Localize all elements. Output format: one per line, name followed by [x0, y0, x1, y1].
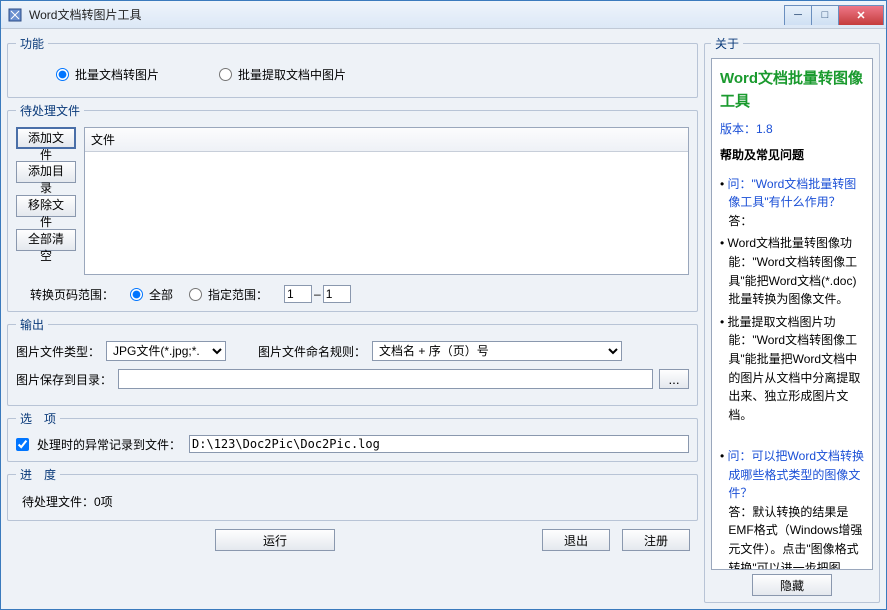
radio-range-all[interactable]: 全部 — [130, 286, 173, 303]
naming-select[interactable]: 文档名 + 序（页）号 — [372, 341, 622, 361]
file-list-header[interactable]: 文件 — [85, 128, 688, 152]
output-group: 输出 图片文件类型： JPG文件(*.jpg;*. 图片文件命名规则： 文档名 … — [7, 316, 698, 406]
progress-text: 待处理文件：0项 — [16, 491, 689, 512]
file-type-select[interactable]: JPG文件(*.jpg;*. — [106, 341, 226, 361]
close-button[interactable]: ✕ — [838, 5, 884, 25]
about-help-heading: 帮助及常见问题 — [720, 146, 864, 165]
app-icon — [7, 7, 23, 23]
radio-extract-images-input[interactable] — [219, 68, 232, 81]
save-dir-label: 图片保存到目录： — [16, 371, 112, 388]
log-path-input[interactable] — [189, 435, 689, 453]
progress-legend: 进 度 — [16, 466, 60, 483]
file-type-label: 图片文件类型： — [16, 343, 100, 360]
options-legend: 选 项 — [16, 410, 60, 427]
about-content[interactable]: Word文档批量转图像工具 版本：1.8 帮助及常见问题 问："Word文档批量… — [711, 58, 873, 570]
output-legend: 输出 — [16, 316, 48, 333]
hide-button[interactable]: 隐藏 — [752, 574, 832, 596]
titlebar[interactable]: Word文档转图片工具 ─ □ ✕ — [1, 1, 886, 29]
about-legend: 关于 — [711, 35, 743, 52]
exit-button[interactable]: 退出 — [542, 529, 610, 551]
naming-label: 图片文件命名规则： — [258, 343, 366, 360]
range-from-input[interactable] — [284, 285, 312, 303]
window-controls: ─ □ ✕ — [785, 5, 884, 25]
add-dir-button[interactable]: 添加目录 — [16, 161, 76, 183]
radio-range-custom[interactable]: 指定范围： — [189, 286, 268, 303]
about-a1-item2: 批量提取文档图片功能："Word文档转图像工具"能批量把Word文档中的图片从文… — [720, 313, 864, 425]
radio-batch-convert-input[interactable] — [56, 68, 69, 81]
minimize-button[interactable]: ─ — [784, 5, 812, 25]
about-q1: 问："Word文档批量转图像工具"有什么作用？ — [728, 177, 857, 210]
file-list-body — [85, 152, 688, 274]
about-a1-item1: Word文档批量转图像功能："Word文档转图像工具"能把Word文档(*.do… — [720, 234, 864, 308]
add-file-button[interactable]: 添加文件 — [16, 127, 76, 149]
maximize-button[interactable]: □ — [811, 5, 839, 25]
radio-batch-convert[interactable]: 批量文档转图片 — [56, 66, 159, 83]
about-version: 版本：1.8 — [720, 120, 864, 139]
register-button[interactable]: 注册 — [622, 529, 690, 551]
files-legend: 待处理文件 — [16, 102, 84, 119]
log-label: 处理时的异常记录到文件： — [37, 436, 181, 453]
window-title: Word文档转图片工具 — [29, 6, 785, 23]
clear-all-button[interactable]: 全部清空 — [16, 229, 76, 251]
progress-group: 进 度 待处理文件：0项 — [7, 466, 698, 521]
options-group: 选 项 处理时的异常记录到文件： — [7, 410, 698, 462]
function-group: 功能 批量文档转图片 批量提取文档中图片 — [7, 35, 698, 98]
file-list[interactable]: 文件 — [84, 127, 689, 275]
about-group: 关于 Word文档批量转图像工具 版本：1.8 帮助及常见问题 问："Word文… — [704, 35, 880, 603]
app-window: Word文档转图片工具 ─ □ ✕ 功能 批量文档转图片 批量提取文档中图片 — [0, 0, 887, 610]
page-range-label: 转换页码范围： — [30, 286, 114, 303]
save-dir-input[interactable] — [118, 369, 653, 389]
about-q2: 问：可以把Word文档转换成哪些格式类型的图像文件？ — [728, 449, 864, 500]
remove-file-button[interactable]: 移除文件 — [16, 195, 76, 217]
range-to-input[interactable] — [323, 285, 351, 303]
run-button[interactable]: 运行 — [215, 529, 335, 551]
browse-save-dir-button[interactable]: ... — [659, 369, 689, 389]
files-group: 待处理文件 添加文件 添加目录 移除文件 全部清空 文件 转换页码范围： — [7, 102, 698, 312]
function-legend: 功能 — [16, 35, 48, 52]
log-checkbox[interactable] — [16, 438, 29, 451]
about-a2: 答：默认转换的结果是EMF格式（Windows增强元文件）。点击"图像格式转换"… — [728, 505, 862, 570]
radio-extract-images[interactable]: 批量提取文档中图片 — [219, 66, 346, 83]
about-title: Word文档批量转图像工具 — [720, 67, 864, 114]
